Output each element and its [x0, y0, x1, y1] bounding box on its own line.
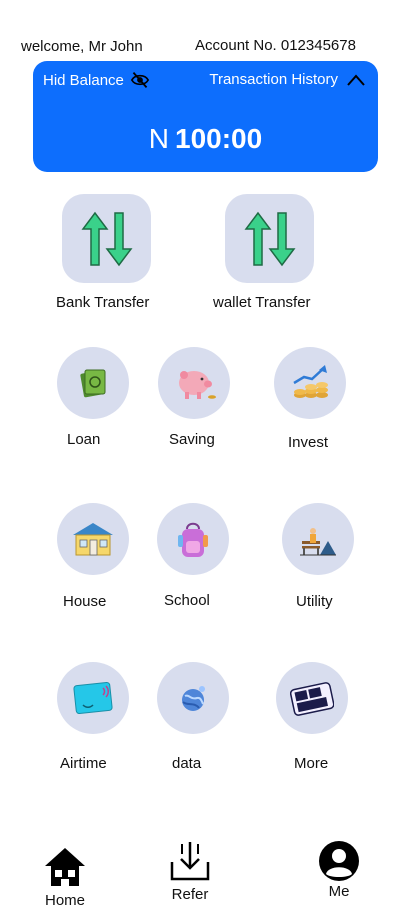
utility-label: Utility	[296, 593, 333, 610]
invest-label: Invest	[288, 434, 329, 451]
balance-card: Hid Balance Transaction History N 100:00	[33, 61, 378, 172]
transfer-arrows-icon	[81, 211, 132, 266]
balance-amount: N 100:00	[33, 123, 378, 155]
hide-balance-toggle[interactable]: Hid Balance	[43, 71, 150, 89]
more-button[interactable]	[276, 662, 348, 734]
transaction-history-label: Transaction History	[209, 71, 338, 88]
nav-home[interactable]: Home	[43, 846, 87, 909]
school-button[interactable]	[157, 503, 229, 575]
nav-refer[interactable]: Refer	[169, 840, 211, 903]
user-avatar-icon	[319, 841, 359, 881]
home-icon	[45, 848, 85, 886]
account-number: Account No. 012345678	[195, 37, 356, 54]
park-bench-icon	[300, 528, 336, 556]
inbox-download-icon	[170, 842, 210, 881]
school-label: School	[164, 592, 210, 609]
airtime-label: Airtime	[60, 755, 107, 772]
airtime-button[interactable]	[57, 662, 129, 734]
cash-icon	[80, 369, 106, 398]
nav-me[interactable]: Me	[318, 840, 360, 900]
nav-refer-label: Refer	[171, 886, 209, 903]
house-button[interactable]	[57, 503, 129, 575]
eye-off-icon	[130, 72, 150, 88]
saving-button[interactable]	[158, 347, 230, 419]
wallet-transfer-button[interactable]	[225, 194, 314, 283]
hide-balance-label: Hid Balance	[43, 71, 124, 89]
house-label: House	[63, 593, 107, 610]
loan-button[interactable]	[57, 347, 129, 419]
transfer-arrows-icon	[244, 211, 295, 266]
invest-button[interactable]	[274, 347, 346, 419]
currency-symbol: N	[148, 123, 170, 154]
chevron-up-icon	[347, 73, 365, 86]
nav-home-label: Home	[44, 892, 85, 909]
backpack-icon	[178, 522, 208, 557]
data-button[interactable]	[157, 662, 229, 734]
globe-icon	[182, 686, 205, 711]
saving-label: Saving	[169, 431, 215, 448]
transaction-history-link[interactable]: Transaction History	[209, 71, 366, 88]
wallet-transfer-label: wallet Transfer	[213, 294, 311, 311]
bank-transfer-button[interactable]	[62, 194, 151, 283]
welcome-text: welcome, Mr John	[21, 38, 143, 55]
more-label: More	[294, 755, 329, 772]
piggy-bank-icon	[179, 371, 216, 399]
sim-card-icon	[73, 681, 113, 715]
data-label: data	[172, 755, 202, 772]
utility-button[interactable]	[282, 503, 354, 575]
do-more-icon	[290, 682, 334, 716]
bank-transfer-label: Bank Transfer	[56, 294, 150, 311]
amount-value: 100:00	[175, 123, 263, 154]
growth-coins-icon	[293, 365, 328, 398]
house-icon	[73, 523, 113, 556]
nav-me-label: Me	[328, 883, 350, 900]
loan-label: Loan	[67, 431, 101, 448]
